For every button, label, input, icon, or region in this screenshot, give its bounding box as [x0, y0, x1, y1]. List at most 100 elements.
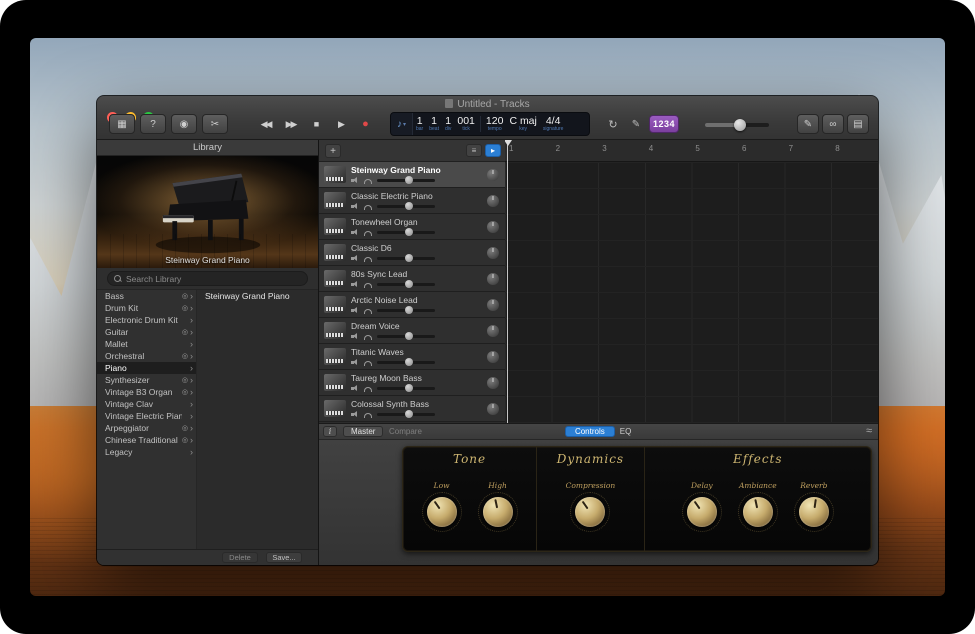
add-track-button[interactable]: +	[325, 144, 341, 158]
solo-icon[interactable]	[364, 257, 372, 262]
library-toggle-button[interactable]: ▦	[109, 114, 135, 134]
track-header-row[interactable]: Dream Voice	[319, 318, 505, 344]
track-header-row[interactable]: Titanic Waves	[319, 344, 505, 370]
quick-help-button[interactable]: ?	[140, 114, 166, 134]
search-input[interactable]	[126, 274, 301, 284]
pan-knob[interactable]	[487, 351, 499, 363]
control-knob[interactable]: Delay	[682, 481, 722, 532]
mute-icon[interactable]	[351, 410, 359, 418]
knob-dial[interactable]	[687, 497, 717, 527]
timeline-grid[interactable]	[505, 162, 878, 423]
track-header-row[interactable]: Classic Electric Piano	[319, 188, 505, 214]
mute-icon[interactable]	[351, 202, 359, 210]
mute-icon[interactable]	[351, 332, 359, 340]
library-category[interactable]: Chinese Traditional ◎ ›	[97, 434, 196, 446]
solo-icon[interactable]	[364, 231, 372, 236]
mute-icon[interactable]	[351, 280, 359, 288]
tuner-button[interactable]: ✎	[625, 114, 647, 134]
lcd-key[interactable]: C majkey	[506, 117, 539, 132]
mute-icon[interactable]	[351, 384, 359, 392]
track-volume-slider[interactable]	[377, 361, 435, 364]
catch-playhead-button[interactable]: ▸	[485, 144, 501, 157]
pan-knob[interactable]	[487, 169, 499, 181]
pan-knob[interactable]	[487, 299, 499, 311]
solo-icon[interactable]	[364, 335, 372, 340]
pan-knob[interactable]	[487, 377, 499, 389]
mute-icon[interactable]	[351, 358, 359, 366]
track-header-row[interactable]: 80s Sync Lead	[319, 266, 505, 292]
tab-controls[interactable]: Controls	[565, 426, 615, 437]
library-category[interactable]: Piano ◎ ›	[97, 362, 196, 374]
control-knob[interactable]: Ambiance	[738, 481, 778, 532]
track-volume-thumb[interactable]	[405, 280, 413, 288]
save-button[interactable]: Save...	[266, 552, 302, 563]
cycle-button[interactable]: ↻	[602, 114, 624, 134]
solo-icon[interactable]	[364, 283, 372, 288]
track-volume-slider[interactable]	[377, 413, 435, 416]
solo-icon[interactable]	[364, 309, 372, 314]
track-header-row[interactable]: Steinway Grand Piano	[319, 162, 505, 188]
library-category[interactable]: Vintage B3 Organ ◎ ›	[97, 386, 196, 398]
mute-icon[interactable]	[351, 254, 359, 262]
mixer-toggle-button[interactable]: ≡	[466, 144, 482, 157]
track-volume-slider[interactable]	[377, 335, 435, 338]
lcd-tempo[interactable]: 120tempo	[483, 117, 507, 132]
track-volume-slider[interactable]	[377, 387, 435, 390]
track-header-row[interactable]: Classic D6	[319, 240, 505, 266]
playhead[interactable]	[507, 140, 508, 423]
mute-icon[interactable]	[351, 306, 359, 314]
control-knob[interactable]: Low	[422, 481, 462, 532]
editors-button[interactable]: ✂	[202, 114, 228, 134]
lcd-mode-selector[interactable]: ♪ ▾	[391, 113, 413, 135]
library-category[interactable]: Mallet ◎ ›	[97, 338, 196, 350]
library-category[interactable]: Electronic Drum Kit ◎ ›	[97, 314, 196, 326]
loop-browser-button[interactable]: ∞	[822, 114, 844, 134]
solo-icon[interactable]	[364, 413, 372, 418]
master-volume-slider[interactable]	[705, 123, 769, 127]
library-category[interactable]: Arpeggiator ◎ ›	[97, 422, 196, 434]
track-volume-thumb[interactable]	[405, 332, 413, 340]
pan-knob[interactable]	[487, 403, 499, 415]
track-volume-thumb[interactable]	[405, 410, 413, 418]
curve-icon[interactable]: ≈	[866, 425, 872, 437]
note-editor-button[interactable]: ✎	[797, 114, 819, 134]
library-category[interactable]: Vintage Electric Piano ◎ ›	[97, 410, 196, 422]
lcd-display[interactable]: ♪ ▾ 1bar 1beat 1div 001tic	[390, 112, 590, 136]
tab-eq[interactable]: EQ	[620, 427, 632, 436]
track-volume-thumb[interactable]	[405, 384, 413, 392]
library-category[interactable]: Guitar ◎ ›	[97, 326, 196, 338]
library-category[interactable]: Synthesizer ◎ ›	[97, 374, 196, 386]
track-volume-thumb[interactable]	[405, 176, 413, 184]
track-header-row[interactable]: Colossal Synth Bass	[319, 396, 505, 422]
rewind-button[interactable]: ◀◀	[253, 114, 278, 134]
pan-knob[interactable]	[487, 325, 499, 337]
track-volume-slider[interactable]	[377, 179, 435, 182]
track-volume-slider[interactable]	[377, 205, 435, 208]
knob-dial[interactable]	[743, 497, 773, 527]
library-category[interactable]: Drum Kit ◎ ›	[97, 302, 196, 314]
control-knob[interactable]: Compression	[566, 481, 616, 532]
stop-button[interactable]: ■	[303, 114, 328, 134]
smart-controls-button[interactable]: ◉	[171, 114, 197, 134]
control-knob[interactable]: High	[478, 481, 518, 532]
track-header-row[interactable]: Tonewheel Organ	[319, 214, 505, 240]
forward-button[interactable]: ▶▶	[278, 114, 303, 134]
mute-icon[interactable]	[351, 176, 359, 184]
timeline-ruler[interactable]: 123456789	[505, 140, 878, 162]
info-button[interactable]: i	[323, 426, 337, 437]
knob-dial[interactable]	[483, 497, 513, 527]
volume-thumb[interactable]	[734, 119, 746, 131]
library-patch[interactable]: Steinway Grand Piano	[197, 290, 318, 303]
solo-icon[interactable]	[364, 205, 372, 210]
library-category[interactable]: Vintage Clav ◎ ›	[97, 398, 196, 410]
control-knob[interactable]: Reverb	[794, 481, 834, 532]
count-in-button[interactable]: 1234	[649, 115, 679, 133]
track-volume-slider[interactable]	[377, 257, 435, 260]
knob-dial[interactable]	[799, 497, 829, 527]
track-volume-thumb[interactable]	[405, 228, 413, 236]
record-button[interactable]: ●	[353, 114, 378, 134]
lcd-signature[interactable]: 4/4signature	[540, 117, 567, 132]
search-field[interactable]	[107, 271, 308, 286]
solo-icon[interactable]	[364, 361, 372, 366]
timeline[interactable]: 123456789	[505, 140, 878, 423]
